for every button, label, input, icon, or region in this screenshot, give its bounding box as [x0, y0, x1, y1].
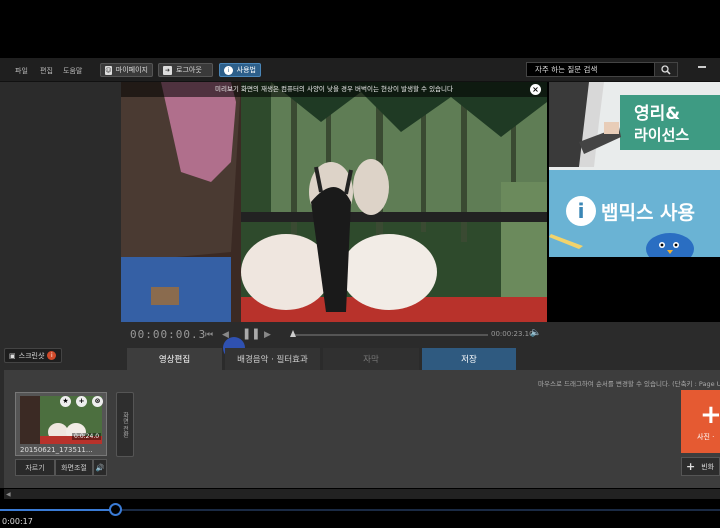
cut-button[interactable]: 자르기 [15, 459, 55, 476]
total-duration: 00:00:23.10 [491, 330, 534, 338]
step-forward-icon[interactable]: ▶ [264, 330, 271, 340]
usage-button[interactable]: i 사용법 [219, 63, 261, 77]
screenshot-info-badge: i [47, 351, 57, 360]
mypage-button[interactable]: ☺ 마이페이지 [100, 63, 153, 77]
search-icon [661, 64, 671, 75]
pause-icon[interactable]: ❚❚ [242, 327, 260, 340]
user-icon: ☺ [105, 65, 112, 75]
plus-icon: + [686, 460, 696, 473]
empty-screen-label: 빈화 [701, 462, 715, 471]
video-preview[interactable] [121, 82, 547, 322]
menu-help[interactable]: 도움말 [63, 66, 82, 76]
clip-filename: 20150621_173511... [20, 446, 93, 454]
logout-icon: ➜ [163, 65, 172, 75]
clip-volume-icon[interactable]: 🔊 [93, 459, 107, 476]
scroll-left-arrow-icon[interactable]: ◀ [6, 491, 11, 498]
ad-title-line3: 뱁믹스 사용 [601, 202, 696, 224]
logout-label: 로그아웃 [176, 66, 202, 74]
player-progress-fill [0, 509, 116, 511]
add-photo-label: 사진 · [697, 433, 715, 441]
usage-label: 사용법 [236, 66, 256, 74]
faq-search-button[interactable] [654, 62, 678, 77]
adjust-button[interactable]: 화면조절 [55, 459, 93, 476]
minimize-button[interactable] [698, 66, 706, 68]
clip-add-icon[interactable]: + [76, 396, 87, 407]
menu-edit[interactable]: 편집 [40, 66, 53, 76]
camera-icon: ▣ [9, 351, 16, 360]
info-icon: i [224, 65, 233, 75]
ad-person-illustration [549, 82, 621, 167]
tab-video-edit[interactable]: 영상편집 [127, 348, 222, 370]
add-empty-screen-button[interactable]: + 빈화 [681, 457, 720, 476]
tab-music-filter[interactable]: 배경음악 · 필터효과 [225, 348, 320, 370]
ad-title-line2: 라이선스 [634, 126, 690, 144]
seek-bar[interactable] [292, 334, 488, 336]
transition-button[interactable]: 화면 전환 [116, 392, 134, 457]
reorder-hint: 마우스로 드래그하여 순서를 변경할 수 있습니다. (단축키 : Page U [538, 380, 720, 388]
ad-info-icon: i [566, 196, 596, 226]
player-time: 0:00:17 [2, 517, 33, 526]
top-black-band [0, 0, 720, 58]
screenshot-label: 스크린샷 [18, 351, 45, 360]
clip-delete-icon[interactable]: ⊗ [92, 396, 103, 407]
close-icon[interactable]: × [530, 84, 541, 95]
preview-notice: 미리보기 화면의 재생은 컴퓨터의 사양이 낮을 경우 버벅이는 현상이 발생할… [121, 82, 547, 97]
clip-effect-icon[interactable]: ★ [60, 396, 71, 407]
ad-pencil-illustration [549, 234, 583, 249]
menu-file[interactable]: 파일 [15, 66, 28, 76]
player-bar [0, 500, 720, 528]
tab-subtitle[interactable]: 자막 [323, 348, 419, 370]
timeline-scrollbar[interactable] [4, 489, 720, 499]
screenshot-button[interactable]: ▣ 스크린샷 i [4, 348, 62, 363]
plus-icon: + [700, 400, 720, 430]
clip-duration: 0:0:24.0 [72, 433, 102, 440]
ad-title-line1: 영리& [634, 104, 681, 124]
current-timecode: 00:00:00.3 [130, 328, 207, 341]
seek-handle[interactable] [290, 330, 296, 337]
ad-bird-illustration [646, 233, 694, 257]
tab-save[interactable]: 저장 [422, 348, 516, 370]
mypage-label: 마이페이지 [115, 66, 148, 74]
logout-button[interactable]: ➜ 로그아웃 [158, 63, 213, 77]
skip-start-icon[interactable]: ⏮ [205, 330, 213, 340]
video-frame-illustration [121, 82, 547, 322]
volume-icon[interactable]: 🔈 [530, 328, 541, 338]
